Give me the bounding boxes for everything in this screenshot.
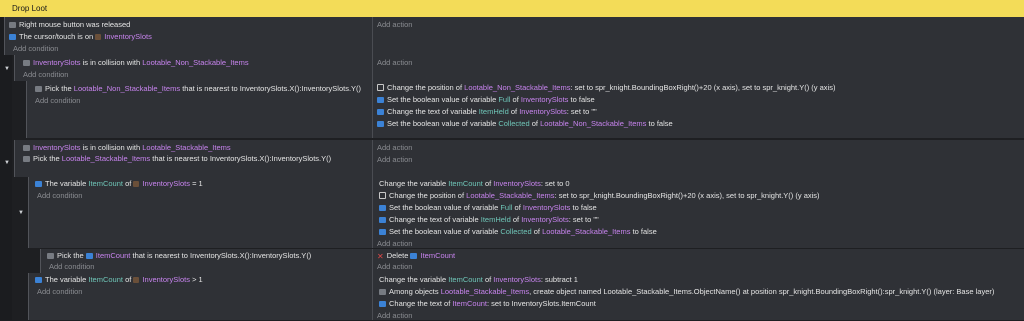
variable-icon [377,121,384,127]
action-set-boolean[interactable]: Set the boolean value of variable Collec… [379,226,657,237]
event-3[interactable]: Pick the Lootable_Non_Stackable_Items th… [26,81,1024,138]
collision-icon [23,60,30,66]
action-change-text[interactable]: Change the text of variable ItemHeld of … [379,214,599,225]
add-action-link[interactable]: Add action [377,238,412,249]
create-icon [379,289,386,295]
collapse-toggle-icon[interactable]: ▼ [4,66,10,72]
pick-icon [47,253,54,259]
action-change-position[interactable]: Change the position of Lootable_Stackabl… [379,190,820,201]
add-action-link[interactable]: Add action [377,19,412,30]
condition-collision[interactable]: InventorySlots is in collision with Loot… [23,142,231,153]
event-7-actions: Change the variable ItemCount of Invento… [372,273,1024,320]
action-change-variable[interactable]: Change the variable ItemCount of Invento… [379,178,570,189]
variable-icon [35,277,42,283]
event-2-actions: Add action [372,55,1024,81]
pick-icon [23,156,30,162]
add-action-link[interactable]: Add action [377,261,412,272]
event-4-actions: Add action Add action [372,140,1024,177]
collision-icon [23,145,30,151]
event-1-conditions: Right mouse button was released The curs… [5,17,371,55]
add-action-link[interactable]: Add action [377,57,412,68]
add-condition-link[interactable]: Add condition [23,69,68,80]
action-change-position[interactable]: Change the position of Lootable_Non_Stac… [377,82,835,93]
variable-icon [379,205,386,211]
mouse-icon [9,22,16,28]
text-object-icon [379,301,386,307]
pick-icon [35,86,42,92]
event-gutter [0,17,12,320]
position-icon [379,192,386,199]
object-icon [95,34,102,40]
event-7[interactable]: The variable ItemCount of InventorySlots… [28,273,1024,320]
action-change-text[interactable]: Change the text of variable ItemHeld of … [377,106,597,117]
action-create-object[interactable]: Among objects Lootable_Stackable_Items, … [379,286,994,297]
condition-pick-nearest[interactable]: Pick the Lootable_Non_Stackable_Items th… [35,83,361,94]
text-object-icon [410,253,418,259]
delete-icon: ✕ [377,252,384,261]
event-5[interactable]: The variable ItemCount of InventorySlots… [28,177,1024,248]
add-action-link[interactable]: Add action [377,154,412,165]
condition-variable-compare[interactable]: The variable ItemCount of InventorySlots… [35,274,203,285]
collapse-toggle-icon[interactable]: ▼ [18,210,24,216]
event-2-conditions: InventorySlots is in collision with Loot… [15,55,371,81]
add-action-link[interactable]: Add action [377,310,412,321]
condition-collision[interactable]: InventorySlots is in collision with Loot… [23,57,249,68]
condition-variable-compare[interactable]: The variable ItemCount of InventorySlots… [35,178,203,189]
action-set-boolean[interactable]: Set the boolean value of variable Collec… [377,118,673,129]
add-condition-link[interactable]: Add condition [37,286,82,297]
event-6[interactable]: Pick the ItemCount that is nearest to In… [40,249,1024,273]
condition-pick-nearest[interactable]: Pick the ItemCount that is nearest to In… [47,250,311,261]
condition-pick-nearest[interactable]: Pick the Lootable_Stackable_Items that i… [23,153,331,164]
event-3-conditions: Pick the Lootable_Non_Stackable_Items th… [27,81,371,138]
event-1[interactable]: Right mouse button was released The curs… [4,17,1024,55]
event-1-actions: Add action [372,17,1024,55]
event-6-actions: ✕ Delete ItemCount Add action [372,249,1024,273]
event-5-actions: Change the variable ItemCount of Invento… [372,177,1024,248]
action-change-variable[interactable]: Change the variable ItemCount of Invento… [379,274,578,285]
add-condition-link[interactable]: Add condition [35,95,80,106]
variable-icon [379,217,386,223]
add-condition-link[interactable]: Add condition [49,261,94,272]
collapse-toggle-icon[interactable]: ▼ [4,160,10,166]
event-7-conditions: The variable ItemCount of InventorySlots… [29,273,371,320]
add-condition-link[interactable]: Add condition [13,43,58,54]
variable-icon [377,97,384,103]
add-condition-link[interactable]: Add condition [37,190,82,201]
variable-icon [377,109,384,115]
event-6-conditions: Pick the ItemCount that is nearest to In… [41,249,371,273]
object-icon [133,277,140,283]
position-icon [377,84,384,91]
variable-icon [35,181,42,187]
cursor-icon [9,34,16,40]
object-icon [133,181,140,187]
action-set-boolean[interactable]: Set the boolean value of variable Full o… [379,202,597,213]
condition-cursor-on-object[interactable]: The cursor/touch is on InventorySlots [9,31,152,42]
event-5-conditions: The variable ItemCount of InventorySlots… [29,177,371,248]
condition-mouse-released[interactable]: Right mouse button was released [9,19,130,30]
event-3-actions: Change the position of Lootable_Non_Stac… [372,81,1024,138]
action-change-text[interactable]: Change the text of ItemCount: set to Inv… [379,298,596,309]
variable-icon [379,229,386,235]
event-2[interactable]: InventorySlots is in collision with Loot… [14,55,1024,81]
text-object-icon [85,253,93,259]
action-set-boolean[interactable]: Set the boolean value of variable Full o… [377,94,595,105]
event-sheet-group-header[interactable]: Drop Loot [0,0,1024,17]
event-4[interactable]: InventorySlots is in collision with Loot… [14,140,1024,177]
add-action-link[interactable]: Add action [377,142,412,153]
event-4-conditions: InventorySlots is in collision with Loot… [15,140,371,177]
group-title: Drop Loot [12,4,48,13]
action-delete-object[interactable]: ✕ Delete ItemCount [377,250,455,261]
